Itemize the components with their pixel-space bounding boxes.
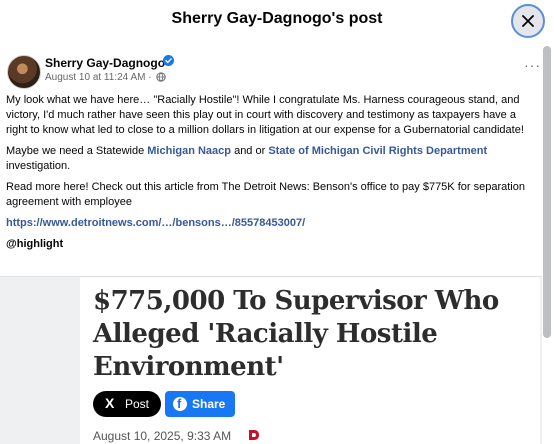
paragraph-text: and or [231, 145, 269, 157]
facebook-icon: f [173, 396, 187, 411]
meta-separator: · [148, 72, 152, 83]
article-url-link[interactable]: https://www.detroitnews.com/…/bensons…/8… [6, 217, 305, 229]
verified-badge-icon [163, 55, 174, 66]
post-dialog-header: Sherry Gay-Dagnogo's post [0, 0, 554, 40]
close-icon [522, 15, 534, 27]
share-label: Share [192, 397, 226, 411]
post-body: My look what we have here… "Racially Hos… [6, 93, 536, 258]
x-post-label: Post [125, 397, 150, 411]
post-timestamp[interactable]: August 10 at 11:24 AM [45, 72, 145, 83]
paragraph-text: Maybe we need a Statewide [6, 145, 148, 157]
close-button[interactable] [511, 4, 545, 38]
civil-rights-department-link[interactable]: State of Michigan Civil Rights Departmen… [268, 145, 487, 157]
scrollbar[interactable] [543, 46, 551, 338]
facebook-icon-glyph: f [177, 396, 182, 411]
more-options-button[interactable]: ··· [524, 58, 541, 72]
globe-icon [156, 72, 167, 82]
link-preview[interactable]: $775,000 To Supervisor Who Alleged 'Raci… [0, 276, 542, 444]
michigan-naacp-link[interactable]: Michigan Naacp [147, 145, 231, 157]
dialog-title: Sherry Gay-Dagnogo's post [171, 10, 383, 27]
author-name[interactable]: Sherry Gay-Dagnogo [45, 56, 165, 70]
post-paragraph-2: Maybe we need a Statewide Michigan Naacp… [6, 144, 536, 174]
x-logo-icon: X [105, 395, 115, 411]
post-card: Sherry Gay-Dagnogo August 10 at 11:24 AM… [0, 46, 542, 444]
post-meta: August 10 at 11:24 AM · [45, 72, 167, 83]
post-paragraph-1: My look what we have here… "Racially Hos… [6, 94, 524, 136]
facebook-share-button[interactable]: f Share [165, 391, 235, 417]
post-paragraph-3: Read more here! Check out this article f… [6, 181, 525, 208]
avatar[interactable] [7, 55, 41, 89]
paragraph-text: investigation. [6, 160, 71, 172]
article-headline: $775,000 To Supervisor Who Alleged 'Raci… [93, 286, 499, 382]
highlight-tag[interactable]: @highlight [6, 237, 536, 252]
article-date: August 10, 2025, 9:33 AM [93, 429, 232, 443]
article-preview-image[interactable]: $775,000 To Supervisor Who Alleged 'Raci… [80, 277, 540, 444]
article-url-paragraph: https://www.detroitnews.com/…/bensons…/8… [6, 216, 536, 231]
detroit-news-logo-icon [249, 430, 259, 440]
x-post-button[interactable]: X Post [93, 391, 161, 417]
